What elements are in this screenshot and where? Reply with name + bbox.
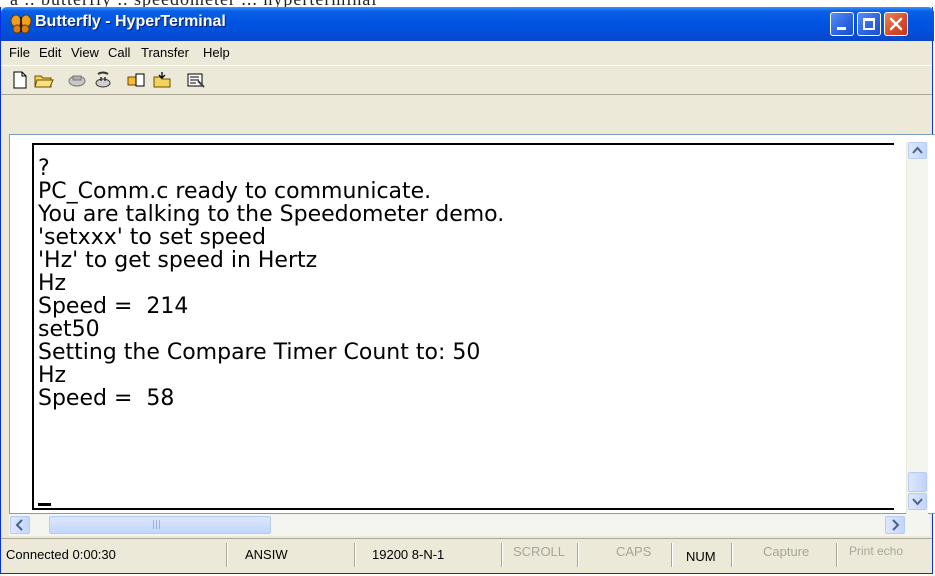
close-button[interactable]: [884, 12, 908, 36]
window-title: Butterfly - HyperTerminal: [35, 13, 226, 30]
menu-call[interactable]: Call: [108, 45, 130, 60]
title-bar[interactable]: Butterfly - HyperTerminal: [1, 7, 934, 41]
menu-bar: File Edit View Call Transfer Help: [1, 41, 932, 65]
status-divider: [226, 543, 227, 567]
status-divider: [501, 543, 502, 567]
status-num: NUM: [686, 549, 716, 564]
horizontal-scrollbar[interactable]: |||: [9, 514, 930, 536]
menu-edit[interactable]: Edit: [39, 45, 61, 60]
hyperterminal-window: Butterfly - HyperTerminal File Edit View…: [0, 7, 935, 574]
status-emulation: ANSIW: [245, 547, 288, 562]
minimize-button[interactable]: [830, 12, 854, 36]
close-icon: [889, 17, 903, 31]
menu-view[interactable]: View: [71, 45, 99, 60]
text-cursor: [38, 503, 51, 506]
status-scroll: SCROLL: [513, 544, 566, 559]
status-divider: [354, 543, 355, 567]
terminal-output[interactable]: ? PC_Comm.c ready to communicate. You ar…: [32, 143, 894, 510]
toolbar: [1, 65, 932, 95]
butterfly-icon: [10, 14, 32, 34]
terminal-line: 'Hz' to get speed in Hertz: [38, 248, 318, 273]
disconnect-icon[interactable]: [93, 71, 113, 89]
status-settings: 19200 8-N-1: [372, 547, 445, 562]
terminal-line: Speed = 58: [38, 386, 175, 411]
send-icon[interactable]: [127, 71, 147, 89]
scroll-up-button[interactable]: [908, 142, 927, 159]
terminal-line: Setting the Compare Timer Count to: 50: [38, 340, 481, 365]
terminal-line: set50: [38, 317, 100, 342]
status-bar: Connected 0:00:30 ANSIW 19200 8-N-1 SCRO…: [1, 538, 932, 571]
terminal-line: Hz: [38, 271, 67, 296]
terminal-line: PC_Comm.c ready to communicate.: [38, 179, 432, 204]
scroll-down-button[interactable]: [908, 493, 927, 510]
status-print-echo: Print echo: [849, 544, 904, 558]
menu-help[interactable]: Help: [203, 45, 230, 60]
chevron-up-icon: [912, 146, 923, 154]
menu-file[interactable]: File: [9, 45, 30, 60]
status-divider: [671, 543, 672, 567]
chevron-right-icon: [892, 519, 900, 531]
terminal-frame: ? PC_Comm.c ready to communicate. You ar…: [9, 134, 935, 514]
receive-icon[interactable]: [152, 71, 172, 89]
scroll-grip: |||: [152, 520, 162, 530]
scroll-right-button[interactable]: [885, 516, 905, 534]
terminal-line: Hz: [38, 363, 67, 388]
maximize-button[interactable]: [857, 12, 881, 36]
chevron-down-icon: [912, 498, 923, 506]
scroll-left-button[interactable]: [10, 516, 30, 534]
status-divider: [731, 543, 732, 567]
terminal-line: Speed = 214: [38, 294, 189, 319]
status-caps: CAPS: [616, 544, 652, 559]
open-folder-icon[interactable]: [34, 71, 54, 89]
terminal-line: ?: [38, 156, 50, 181]
maximize-icon: [863, 18, 875, 30]
status-connected: Connected 0:00:30: [6, 547, 116, 562]
call-icon[interactable]: [67, 71, 87, 89]
properties-icon[interactable]: [186, 71, 206, 89]
status-capture: Capture: [763, 544, 810, 559]
status-divider: [836, 543, 837, 567]
vertical-scroll-thumb[interactable]: [908, 472, 927, 492]
terminal-line: You are talking to the Speedometer demo.: [38, 202, 505, 227]
status-divider: [577, 543, 578, 567]
chevron-left-icon: [15, 519, 23, 531]
terminal-line: 'setxxx' to set speed: [38, 225, 266, 250]
horizontal-scroll-thumb[interactable]: |||: [49, 516, 271, 534]
minimize-icon: [837, 27, 846, 30]
vertical-scrollbar[interactable]: [906, 142, 928, 514]
new-icon[interactable]: [10, 71, 30, 89]
menu-transfer[interactable]: Transfer: [141, 45, 189, 60]
terminal-lines: ? PC_Comm.c ready to communicate. You ar…: [38, 157, 504, 410]
